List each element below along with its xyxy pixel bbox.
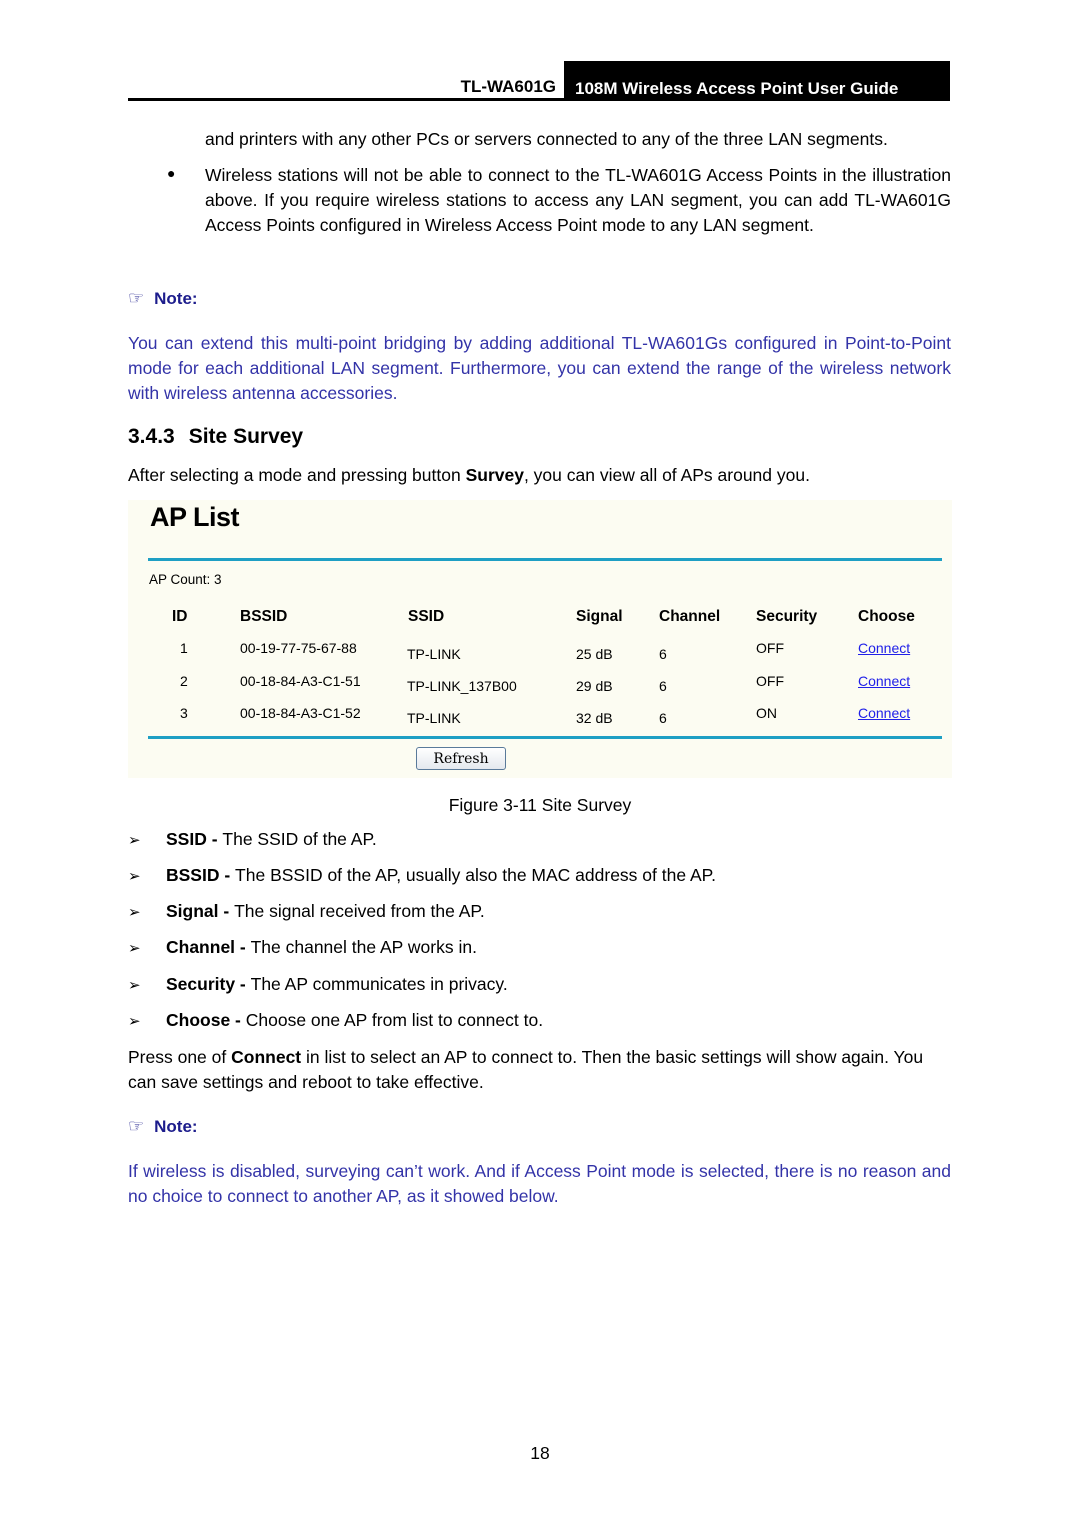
- cell-security: ON: [756, 705, 777, 721]
- connect-paragraph-bold: Connect: [231, 1047, 302, 1067]
- cell-bssid: 00-19-77-75-67-88: [240, 640, 357, 656]
- refresh-button[interactable]: Refresh: [416, 747, 506, 770]
- ap-list-panel: AP List AP Count: 3 ID BSSID SSID Signal…: [128, 500, 952, 778]
- arrow-bullet-icon: ➢: [128, 832, 141, 849]
- cell-security: OFF: [756, 640, 784, 656]
- column-header-ssid: SSID: [408, 608, 445, 625]
- note-2-title: ☞ Note:: [128, 1116, 198, 1137]
- cell-id: 2: [180, 673, 188, 689]
- cell-channel: 6: [659, 646, 667, 662]
- list-item: ➢ Signal - The signal received from the A…: [128, 899, 485, 924]
- ap-list-title: AP List: [150, 502, 240, 532]
- cell-bssid: 00-18-84-A3-C1-51: [240, 673, 361, 689]
- definition-term: BSSID -: [166, 865, 236, 885]
- page-header: TL-WA601G 108M Wireless Access Point Use…: [128, 61, 950, 101]
- bullet-dot-icon: ●: [167, 165, 176, 181]
- definition-desc: The signal received from the AP.: [234, 901, 485, 921]
- cell-ssid: TP-LINK: [407, 710, 461, 726]
- column-header-signal: Signal: [576, 608, 623, 625]
- list-item: ➢ Channel - The channel the AP works in.: [128, 935, 477, 960]
- cell-ssid: TP-LINK: [407, 646, 461, 662]
- connect-paragraph: Press one of Connect in list to select a…: [128, 1045, 952, 1095]
- ap-list-bottom-rule: [148, 736, 942, 739]
- column-header-choose: Choose: [858, 608, 915, 625]
- section-title: Site Survey: [188, 425, 304, 448]
- page-number: 18: [530, 1443, 550, 1463]
- section-intro-bold: Survey: [465, 465, 524, 485]
- figure-caption: Figure 3-11 Site Survey: [448, 795, 632, 815]
- header-guide-title: 108M Wireless Access Point User Guide: [575, 79, 899, 98]
- arrow-bullet-icon: ➢: [128, 1013, 141, 1030]
- list-item: ➢ BSSID - The BSSID of the AP, usually al…: [128, 863, 716, 888]
- cell-signal: 25 dB: [576, 646, 613, 662]
- section-number: 3.4.3: [128, 425, 175, 448]
- note-2-label: Note:: [154, 1117, 198, 1136]
- pointing-hand-icon: ☞: [128, 288, 145, 308]
- pointing-hand-icon: ☞: [128, 1116, 145, 1136]
- cell-signal: 29 dB: [576, 678, 613, 694]
- section-heading: 3.4.3 Site Survey: [128, 425, 303, 449]
- column-header-bssid: BSSID: [240, 608, 288, 625]
- arrow-bullet-icon: ➢: [128, 940, 141, 957]
- column-header-id: ID: [172, 608, 188, 625]
- note-1-title: ☞ Note:: [128, 288, 198, 309]
- definition-desc: Choose one AP from list to connect to.: [245, 1010, 544, 1030]
- section-intro-suffix: , you can view all of APs around you.: [523, 465, 810, 485]
- arrow-bullet-icon: ➢: [128, 868, 141, 885]
- cell-id: 1: [180, 640, 188, 656]
- cell-channel: 6: [659, 678, 667, 694]
- ap-list-top-rule: [148, 558, 942, 561]
- note-1-label: Note:: [154, 289, 198, 308]
- ap-count: AP Count: 3: [149, 572, 222, 587]
- list-item: ➢ Security - The AP communicates in priva…: [128, 972, 508, 997]
- column-header-channel: Channel: [659, 608, 721, 625]
- cell-ssid: TP-LINK_137B00: [407, 678, 517, 694]
- connect-paragraph-prefix: Press one of: [128, 1047, 232, 1067]
- list-item: ➢ Choose - Choose one AP from list to con…: [128, 1008, 543, 1033]
- arrow-bullet-icon: ➢: [128, 977, 141, 994]
- connect-link[interactable]: Connect: [858, 640, 910, 656]
- definition-term: SSID -: [166, 829, 223, 849]
- arrow-bullet-icon: ➢: [128, 904, 141, 921]
- intro-continuation: and printers with any other PCs or serve…: [205, 129, 888, 149]
- cell-signal: 32 dB: [576, 710, 613, 726]
- header-guide-box: 108M Wireless Access Point User Guide: [564, 61, 950, 101]
- header-model: TL-WA601G: [460, 77, 556, 96]
- cell-security: OFF: [756, 673, 784, 689]
- cell-bssid: 00-18-84-A3-C1-52: [240, 705, 361, 721]
- definition-term: Channel -: [166, 937, 251, 957]
- column-header-security: Security: [756, 608, 818, 625]
- header-rule: [128, 98, 950, 101]
- definition-term: Choose -: [166, 1010, 246, 1030]
- list-item: ➢ SSID - The SSID of the AP.: [128, 827, 377, 852]
- note-1-text: You can extend this multi-point bridging…: [128, 333, 951, 403]
- section-intro-prefix: After selecting a mode and pressing butt…: [128, 465, 466, 485]
- note-2-text: If wireless is disabled, surveying can’t…: [128, 1161, 951, 1206]
- definition-desc: The SSID of the AP.: [222, 829, 377, 849]
- intro-bullet-text: Wireless stations will not be able to co…: [205, 165, 951, 235]
- connect-link[interactable]: Connect: [858, 705, 910, 721]
- connect-link[interactable]: Connect: [858, 673, 910, 689]
- section-intro: After selecting a mode and pressing butt…: [128, 463, 951, 488]
- cell-channel: 6: [659, 710, 667, 726]
- definition-term: Security -: [166, 974, 251, 994]
- cell-id: 3: [180, 705, 188, 721]
- definition-desc: The AP communicates in privacy.: [250, 974, 508, 994]
- definition-desc: The BSSID of the AP, usually also the MA…: [235, 865, 716, 885]
- definition-term: Signal -: [166, 901, 235, 921]
- definition-desc: The channel the AP works in.: [250, 937, 477, 957]
